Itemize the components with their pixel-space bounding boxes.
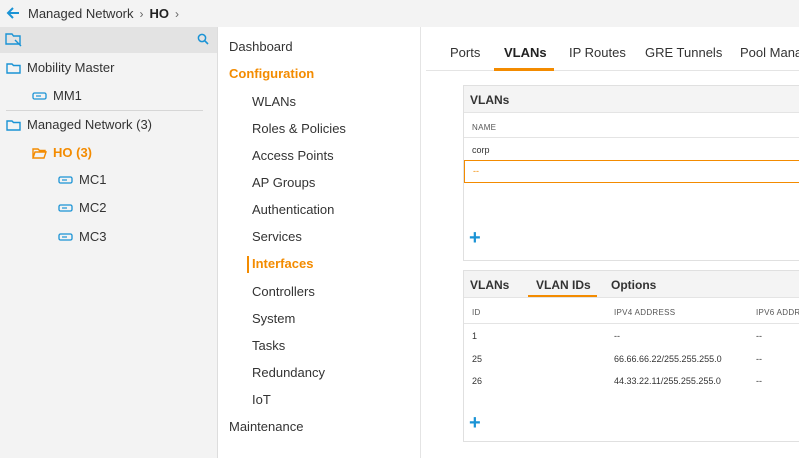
nav-services[interactable]: Services	[252, 229, 302, 244]
tree-item-label: MC3	[79, 229, 107, 244]
device-icon	[58, 203, 73, 212]
column-header-ipv4: IPV4 ADDRESS	[614, 308, 676, 317]
tree-item-label: MC2	[79, 200, 107, 215]
row-divider	[464, 323, 799, 324]
nav-redundancy[interactable]: Redundancy	[252, 365, 325, 380]
tree-search-bar	[0, 27, 217, 53]
tree-item-label: Managed Network (3)	[27, 117, 152, 132]
nav-interfaces[interactable]: Interfaces	[246, 256, 313, 273]
tree-divider	[6, 110, 203, 111]
column-header-id: ID	[472, 308, 481, 317]
subtab-active-indicator	[528, 295, 597, 297]
row-divider	[464, 137, 799, 138]
folder-icon	[6, 62, 21, 74]
subtab-options[interactable]: Options	[611, 278, 656, 292]
tree-item-mc2[interactable]: MC2	[58, 200, 106, 215]
nav-access-points[interactable]: Access Points	[252, 148, 334, 163]
nav-ap-groups[interactable]: AP Groups	[252, 175, 315, 190]
nav-wlans[interactable]: WLANs	[252, 94, 296, 109]
nav-dashboard[interactable]: Dashboard	[229, 39, 293, 54]
vlan-name-cell[interactable]: corp	[472, 145, 490, 155]
vlan-ipv4-cell: 44.33.22.11/255.255.255.0	[614, 376, 721, 386]
tree-item-mm1[interactable]: MM1	[32, 88, 82, 103]
tree-item-mobility-master[interactable]: Mobility Master	[6, 60, 114, 75]
tab-gre-tunnels[interactable]: GRE Tunnels	[645, 45, 722, 60]
tree-item-label: MC1	[79, 172, 107, 187]
nav-authentication[interactable]: Authentication	[252, 202, 334, 217]
breadcrumb-chevron-icon[interactable]: ›	[175, 7, 179, 21]
tab-ports[interactable]: Ports	[450, 45, 480, 60]
tree-item-mc1[interactable]: MC1	[58, 172, 106, 187]
config-nav: Dashboard Configuration WLANs Roles & Po…	[218, 27, 421, 458]
interface-tabs: Ports VLANs IP Routes GRE Tunnels Pool M…	[426, 27, 799, 71]
breadcrumb-bar: Managed Network › HO ›	[0, 0, 799, 27]
column-header-name: NAME	[472, 123, 497, 132]
folder-icon	[6, 119, 21, 131]
breadcrumb-current[interactable]: HO	[150, 6, 170, 21]
nav-roles-policies[interactable]: Roles & Policies	[252, 121, 346, 136]
tree-filter-icon[interactable]	[5, 31, 23, 52]
nav-iot[interactable]: IoT	[252, 392, 271, 407]
vlan-id-cell: 25	[472, 354, 483, 364]
search-icon[interactable]	[197, 32, 209, 50]
vlans-panel: VLANs NAME corp -- +	[463, 85, 799, 261]
vlan-new-row-value: --	[473, 166, 479, 176]
add-vlan-button[interactable]: +	[469, 228, 481, 248]
tab-active-indicator	[494, 68, 554, 71]
add-vlan-id-button[interactable]: +	[469, 413, 481, 433]
vlan-ipv4-cell: --	[614, 331, 620, 341]
vlan-selected-row[interactable]: --	[464, 160, 799, 183]
device-icon	[32, 91, 47, 100]
tab-ip-routes[interactable]: IP Routes	[569, 45, 626, 60]
subtab-vlans[interactable]: VLANs	[470, 278, 509, 292]
folder-open-icon	[32, 147, 47, 159]
subtab-vlan-ids[interactable]: VLAN IDs	[536, 278, 591, 292]
tree-item-managed-network[interactable]: Managed Network (3)	[6, 117, 152, 132]
tree-item-label: Mobility Master	[27, 60, 115, 75]
breadcrumb-separator: ›	[139, 6, 144, 21]
nav-configuration[interactable]: Configuration	[229, 66, 314, 81]
vlan-ipv6-cell: --	[756, 354, 762, 364]
nav-system[interactable]: System	[252, 311, 295, 326]
vlan-ids-panel: VLANs VLAN IDs Options ID IPV4 ADDRESS I…	[463, 270, 799, 442]
back-arrow-icon[interactable]	[6, 4, 28, 24]
column-header-ipv6: IPV6 ADDR	[756, 308, 799, 317]
vlans-panel-title: VLANs	[464, 86, 799, 113]
tree-item-mc3[interactable]: MC3	[58, 229, 106, 244]
vlan-ipv4-cell: 66.66.66.22/255.255.255.0	[614, 354, 722, 364]
breadcrumb-root[interactable]: Managed Network	[28, 6, 134, 21]
main-content: Ports VLANs IP Routes GRE Tunnels Pool M…	[422, 27, 799, 458]
device-icon	[58, 232, 73, 241]
vlan-id-cell: 1	[472, 331, 478, 341]
tree-item-ho[interactable]: HO (3)	[32, 145, 92, 160]
tree-item-label: MM1	[53, 88, 82, 103]
nav-maintenance[interactable]: Maintenance	[229, 419, 303, 434]
tab-pool-management[interactable]: Pool Mana	[740, 45, 799, 60]
hierarchy-tree: Mobility Master MM1 Managed Network (3) …	[0, 27, 218, 458]
nav-tasks[interactable]: Tasks	[252, 338, 285, 353]
vlan-ipv6-cell: --	[756, 331, 762, 341]
tab-vlans[interactable]: VLANs	[504, 45, 547, 60]
tree-item-label: HO (3)	[53, 145, 92, 160]
vlan-id-cell: 26	[472, 376, 483, 386]
device-icon	[58, 175, 73, 184]
nav-controllers[interactable]: Controllers	[252, 284, 315, 299]
vlan-subtabs: VLANs VLAN IDs Options	[464, 271, 799, 298]
vlan-ipv6-cell: --	[756, 376, 762, 386]
